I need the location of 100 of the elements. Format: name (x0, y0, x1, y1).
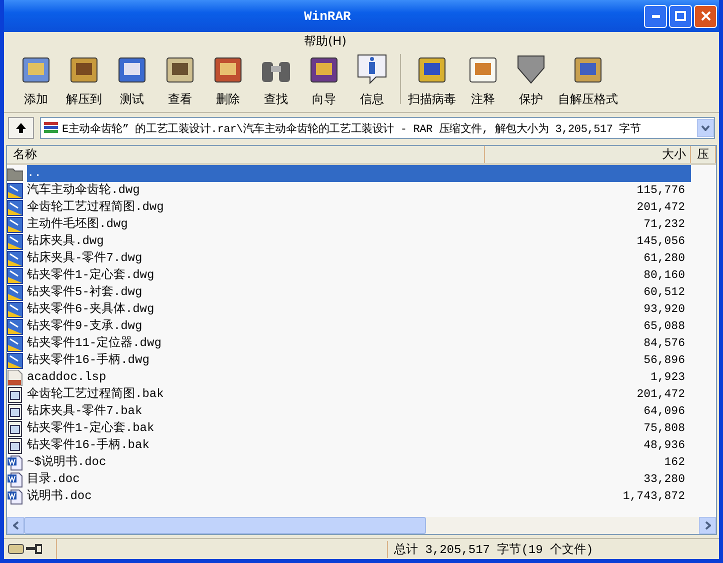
toolbar-button[interactable]: 保护 (507, 52, 555, 108)
file-size: 1,923 (649, 370, 686, 386)
file-name: 钻床夹具-零件7.dwg (27, 250, 144, 267)
toolbar-button[interactable]: 注释 (459, 52, 507, 108)
up-arrow-icon (15, 122, 27, 134)
toolbar-button[interactable]: 添加 (12, 52, 60, 108)
minimize-button[interactable] (644, 4, 667, 28)
toolbar-button[interactable]: 自解压格式 (555, 52, 621, 108)
file-name: 钻床夹具-零件7.bak (27, 403, 144, 420)
file-size: 93,920 (642, 302, 686, 318)
drive-icon (8, 544, 24, 554)
file-name: 钻夹零件1-定心套.dwg (27, 267, 156, 284)
file-size: 162 (663, 455, 686, 471)
horizontal-scrollbar[interactable] (7, 517, 716, 534)
scroll-right-button[interactable] (699, 517, 716, 534)
file-row[interactable]: 钻夹零件16-手柄.dwg 56,896 (7, 352, 716, 369)
toolbar-button[interactable]: 查找 (252, 52, 300, 108)
scroll-thumb[interactable] (24, 517, 426, 534)
column-header[interactable]: 大小 (485, 146, 691, 163)
file-row[interactable]: 钻床夹具-零件7.bak 64,096 (7, 403, 716, 420)
file-size: 61,280 (642, 251, 686, 267)
right-chevron-icon (704, 521, 710, 530)
file-row[interactable]: acaddoc.lsp 1,923 (7, 369, 716, 386)
menu-item[interactable]: 帮助(H) (300, 32, 350, 50)
file-size: 56,896 (642, 353, 686, 369)
window-file-icon (7, 386, 23, 402)
file-name: 钻夹零件11-定位器.dwg (27, 335, 162, 352)
caret-icon (701, 125, 710, 131)
column-header[interactable]: 压 (691, 146, 716, 163)
status-text: 总计 3,205,517 字节(19 个文件) (387, 540, 594, 558)
file-size: 201,472 (636, 387, 686, 403)
file-row[interactable]: 钻夹零件5-衬套.dwg 60,512 (7, 284, 716, 301)
left-chevron-icon (12, 521, 18, 530)
file-row[interactable]: 伞齿轮工艺过程简图.dwg 201,472 (7, 199, 716, 216)
window-file-icon (7, 404, 23, 420)
file-name: 钻夹零件9-支承.dwg (27, 318, 144, 335)
file-size: 145,056 (636, 234, 686, 250)
file-name: 钻床夹具.dwg (27, 233, 105, 250)
file-row[interactable]: 伞齿轮工艺过程简图.bak 201,472 (7, 386, 716, 403)
file-size: 71,232 (642, 217, 686, 233)
minimize-icon (652, 14, 660, 18)
file-row[interactable]: 钻床夹具.dwg 145,056 (7, 233, 716, 250)
file-size: 65,088 (642, 319, 686, 335)
window-file-icon (7, 438, 23, 454)
window-title: WinRAR (304, 8, 352, 24)
dropdown-button[interactable] (697, 119, 714, 137)
file-name: ~$说明书.doc (27, 454, 108, 471)
file-name: .. (27, 165, 485, 182)
file-name: 说明书.doc (27, 488, 93, 505)
file-size: 201,472 (636, 200, 686, 216)
file-name: 钻夹零件16-手柄.bak (27, 437, 150, 454)
scroll-left-button[interactable] (7, 517, 24, 534)
file-size: 75,808 (642, 421, 686, 437)
file-row[interactable]: 汽车主动伞齿轮.dwg 115,776 (7, 182, 716, 199)
file-size: 115,776 (636, 183, 686, 199)
file-name: 钻夹零件16-手柄.dwg (27, 352, 150, 369)
file-row[interactable]: 说明书.doc 1,743,872 (7, 488, 716, 505)
text-file-icon (7, 370, 23, 386)
file-row[interactable]: 钻夹零件1-定心套.dwg 80,160 (7, 267, 716, 284)
up-folder-button[interactable] (8, 117, 34, 139)
toolbar-button[interactable]: 删除 (204, 52, 252, 108)
maximize-icon (675, 11, 686, 21)
file-name: 主动件毛坯图.dwg (27, 216, 129, 233)
file-row[interactable]: 钻夹零件1-定心套.bak 75,808 (7, 420, 716, 437)
column-header[interactable]: 名称 (7, 146, 485, 163)
file-name: 目录.doc (27, 471, 81, 488)
file-size: 84,576 (642, 336, 686, 352)
file-row[interactable]: 钻夹零件11-定位器.dwg 84,576 (7, 335, 716, 352)
file-size: 60,512 (642, 285, 686, 301)
file-row[interactable]: 主动件毛坯图.dwg 71,232 (7, 216, 716, 233)
file-name: 汽车主动伞齿轮.dwg (27, 182, 141, 199)
toolbar-button[interactable]: 向导 (300, 52, 348, 108)
file-size: 33,280 (642, 472, 686, 488)
toolbar-button[interactable]: 扫描病毒 (405, 52, 459, 108)
close-icon (700, 11, 710, 21)
file-name: 伞齿轮工艺过程简图.dwg (27, 199, 165, 216)
key-icon (26, 544, 42, 554)
toolbar-button[interactable]: 信息 (348, 52, 396, 108)
window-file-icon (7, 420, 23, 436)
file-size: 64,096 (642, 404, 686, 420)
file-row[interactable]: 钻夹零件6-夹具体.dwg 93,920 (7, 301, 716, 318)
close-button[interactable] (694, 4, 717, 28)
file-name: 伞齿轮工艺过程简图.bak (27, 386, 165, 403)
file-row[interactable]: 钻床夹具-零件7.dwg 61,280 (7, 250, 716, 267)
file-row[interactable]: 目录.doc 33,280 (7, 471, 716, 488)
file-name: 钻夹零件1-定心套.bak (27, 420, 156, 437)
file-size: 80,160 (642, 268, 686, 284)
file-size: 1,743,872 (622, 489, 686, 505)
toolbar-button[interactable]: 解压到 (60, 52, 108, 108)
info-icon (355, 52, 389, 86)
file-name: 钻夹零件6-夹具体.dwg (27, 301, 156, 318)
file-row[interactable]: .. (7, 165, 716, 182)
toolbar-button[interactable]: 查看 (156, 52, 204, 108)
path-field[interactable]: E主动伞齿轮” 的工艺工装设计.rar\汽车主动伞齿轮的工艺工装设计 - RAR 压缩文件, 解包大小为 3,205,517 字节 (40, 117, 715, 139)
file-row[interactable]: ~$说明书.doc 162 (7, 454, 716, 471)
file-row[interactable]: 钻夹零件16-手柄.bak 48,936 (7, 437, 716, 454)
file-name: acaddoc.lsp (27, 369, 108, 386)
file-row[interactable]: 钻夹零件9-支承.dwg 65,088 (7, 318, 716, 335)
maximize-button[interactable] (669, 4, 692, 28)
toolbar-button[interactable]: 测试 (108, 52, 156, 108)
